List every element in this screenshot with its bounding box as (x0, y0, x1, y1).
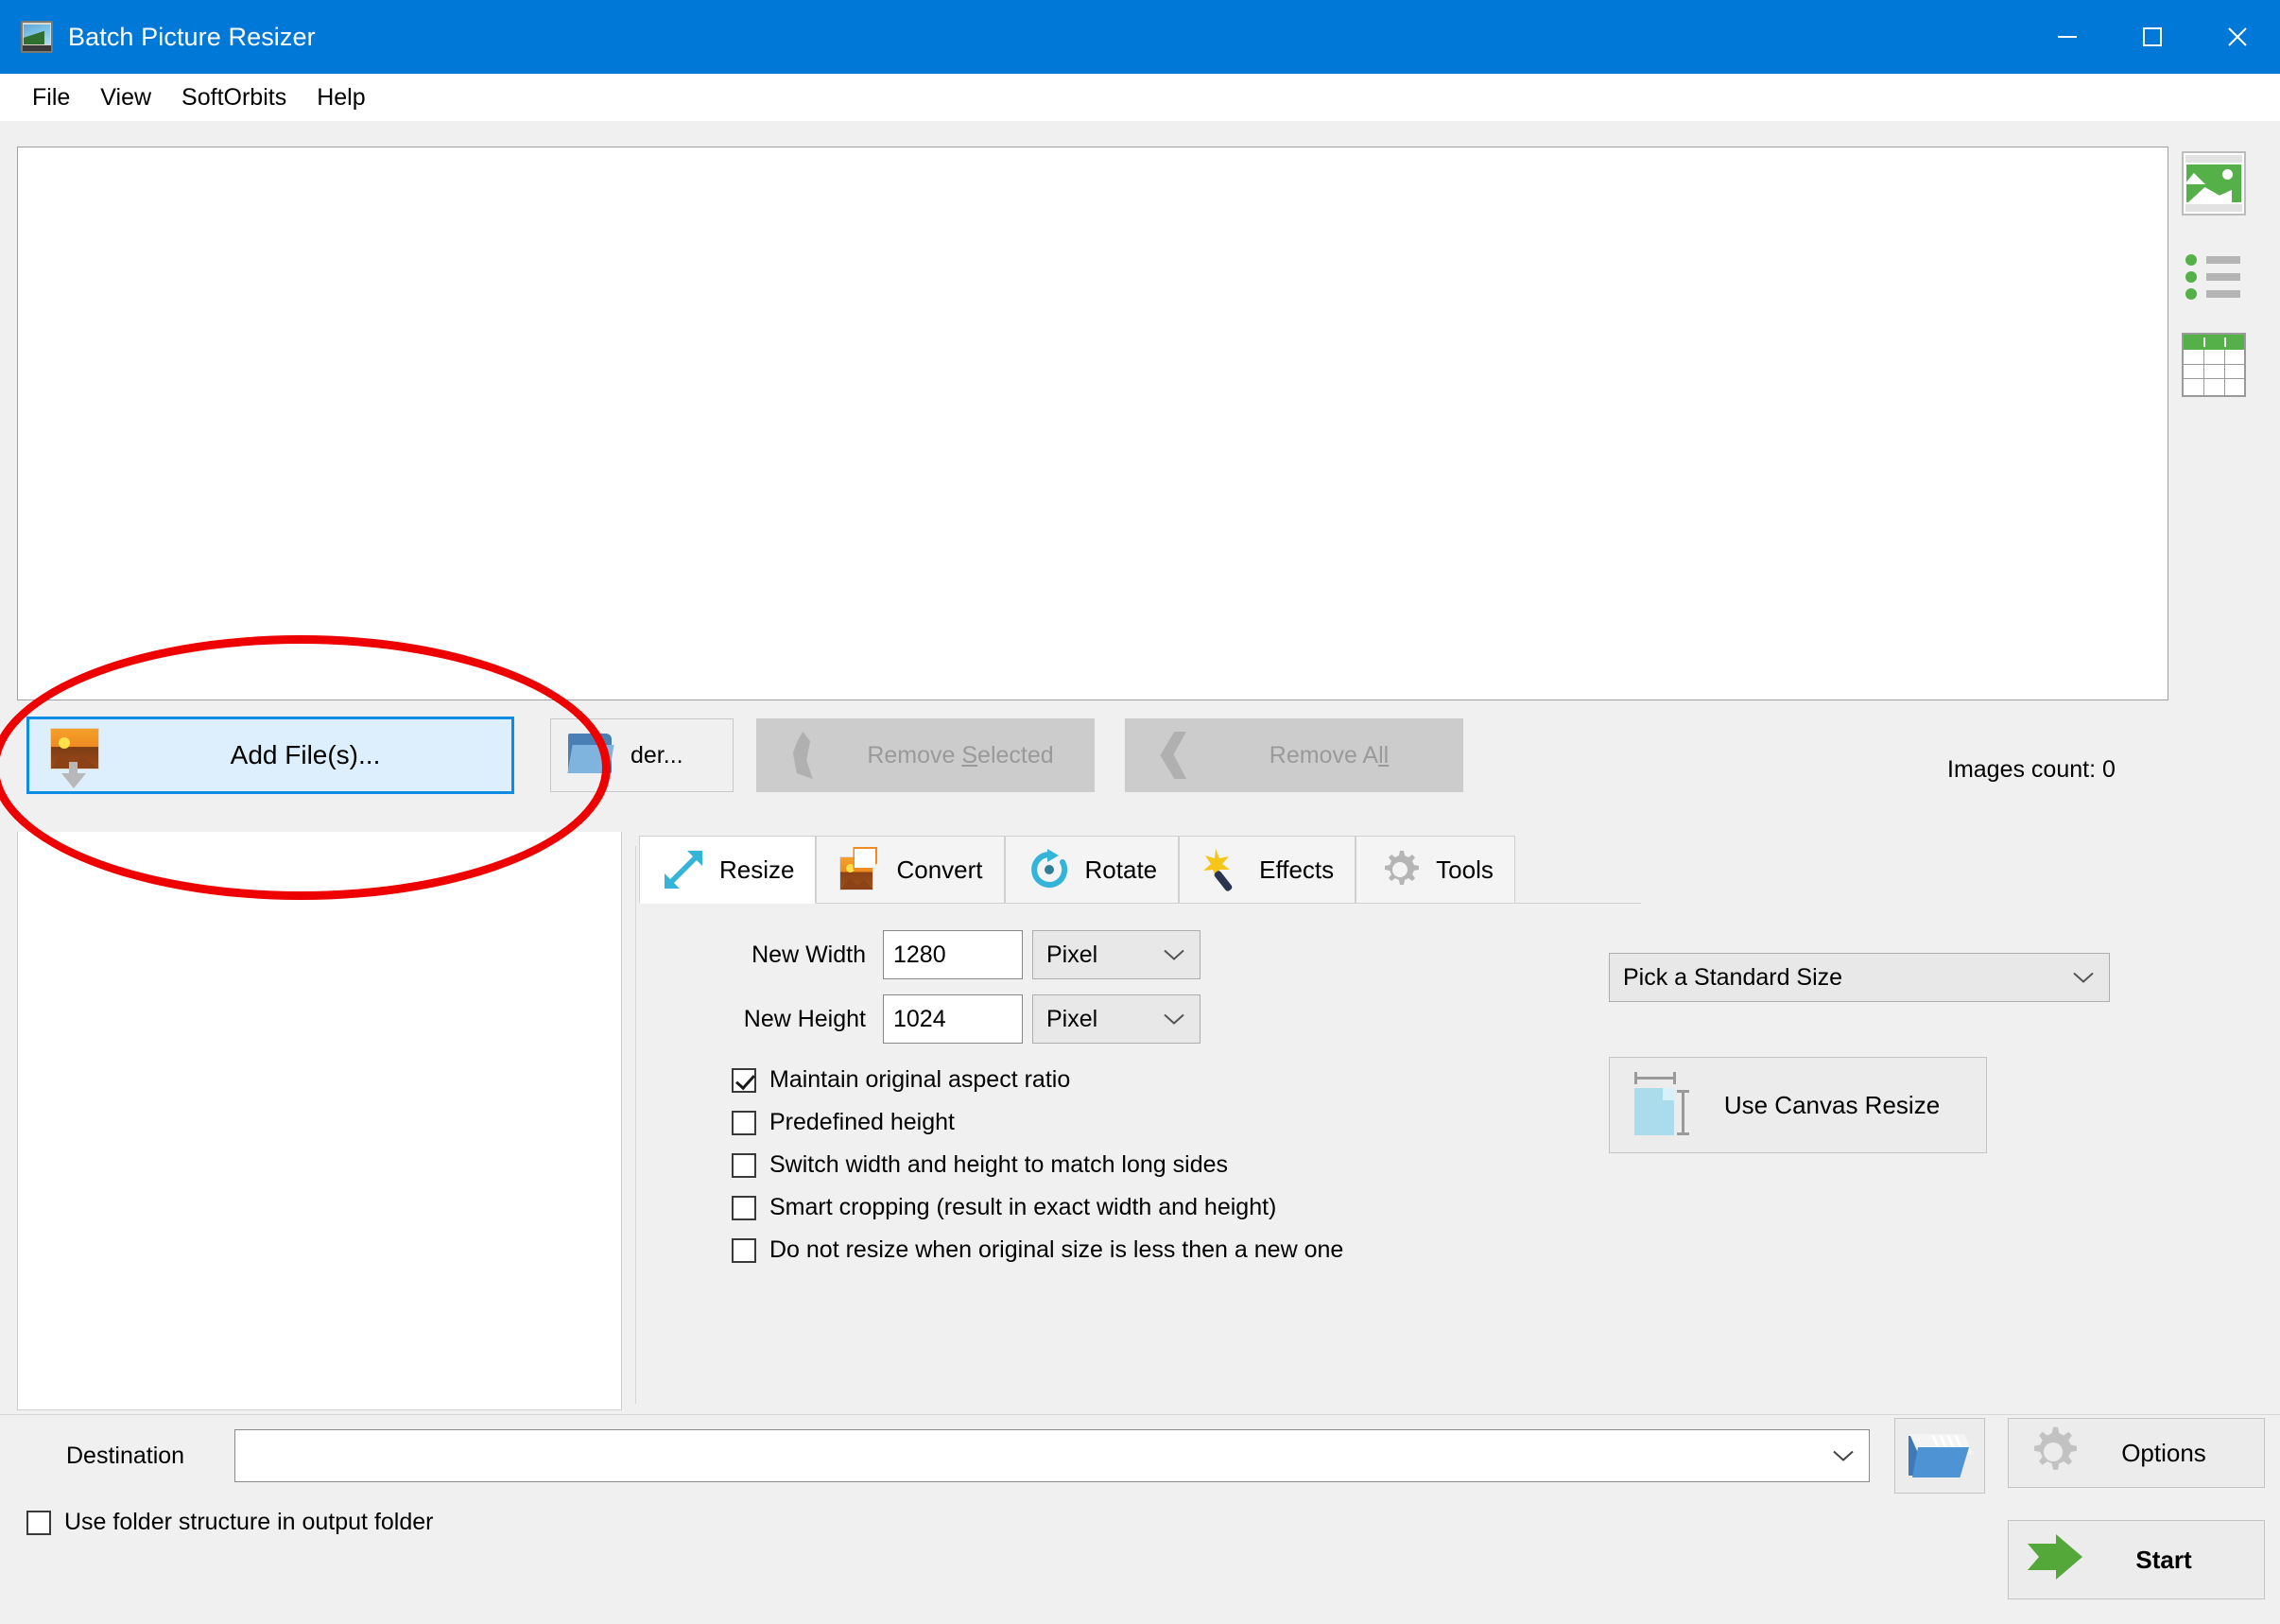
folder-icon (567, 732, 632, 790)
checkbox-label: Use folder structure in output folder (64, 1509, 434, 1535)
standard-size-select[interactable]: Pick a Standard Size (1609, 953, 2110, 1002)
bottom-divider (0, 1414, 2280, 1415)
checkbox-box (732, 1195, 756, 1220)
checkbox-box (732, 1067, 756, 1093)
settings-tabs: Resize Convert Rotate Effects Tools (639, 836, 1641, 904)
remove-all-button[interactable]: Remove All (1125, 718, 1463, 792)
start-label: Start (2135, 1545, 2192, 1574)
add-files-label: Add File(s)... (230, 740, 381, 769)
menu-item-help[interactable]: Help (302, 74, 380, 121)
remove-selected-icon (772, 726, 837, 785)
new-width-row: New Width 1280 Pixel (705, 930, 1200, 979)
tab-convert-label: Convert (896, 855, 983, 884)
checkbox-box (732, 1237, 756, 1263)
resize-arrows-icon (661, 847, 706, 892)
panel-divider (635, 846, 636, 1404)
browse-destination-button[interactable] (1894, 1418, 1985, 1494)
checkbox-use-folder-structure[interactable]: Use folder structure in output folder (26, 1509, 433, 1536)
green-arrow-icon (2024, 1530, 2090, 1589)
file-list-area[interactable] (17, 147, 2168, 700)
new-width-unit-select[interactable]: Pixel (1032, 930, 1200, 979)
add-folder-button[interactable]: der... (550, 718, 734, 792)
new-width-unit-value: Pixel (1046, 941, 1098, 968)
view-mode-rail (2182, 151, 2263, 423)
add-picture-icon (44, 726, 109, 788)
title-bar: Batch Picture Resizer (0, 0, 2280, 74)
app-icon (21, 21, 53, 53)
new-height-row: New Height 1024 Pixel (705, 994, 1200, 1044)
remove-selected-button[interactable]: Remove Selected (756, 718, 1095, 792)
remove-all-label: Remove All (1269, 741, 1390, 769)
preview-panel (17, 832, 622, 1410)
gear-icon (1377, 847, 1423, 892)
menu-item-softorbits[interactable]: SoftOrbits (166, 74, 302, 121)
checkbox-smart-cropping[interactable]: Smart cropping (result in exact width an… (732, 1194, 1276, 1221)
tab-convert[interactable]: Convert (816, 836, 1005, 904)
chevron-down-icon (1162, 942, 1186, 969)
gear-icon (2024, 1424, 2090, 1482)
start-button[interactable]: Start (2008, 1520, 2265, 1599)
checkbox-label: Predefined height (769, 1109, 955, 1135)
thumbnail-view-icon[interactable] (2182, 151, 2246, 216)
close-icon[interactable] (2195, 0, 2280, 74)
minimize-icon[interactable] (2025, 0, 2110, 74)
remove-selected-label: Remove Selected (867, 741, 1054, 769)
add-folder-label: der... (630, 741, 683, 769)
tab-effects-label: Effects (1259, 855, 1335, 884)
standard-size-value: Pick a Standard Size (1623, 963, 1843, 991)
convert-picture-icon (838, 847, 883, 892)
window-controls (2025, 0, 2280, 74)
options-label: Options (2121, 1438, 2206, 1467)
options-button[interactable]: Options (2008, 1418, 2265, 1488)
checkbox-box (26, 1510, 51, 1535)
remove-all-icon (1141, 726, 1205, 785)
images-count-label: Images count: 0 (1947, 756, 2116, 783)
resize-settings-panel: New Width 1280 Pixel New Height 1024 Pix… (639, 904, 2280, 1414)
use-canvas-resize-button[interactable]: Use Canvas Resize (1609, 1057, 1987, 1153)
new-width-label: New Width (751, 941, 866, 968)
tab-rotate[interactable]: Rotate (1004, 836, 1180, 904)
add-files-button[interactable]: Add File(s)... (26, 717, 514, 794)
checkbox-box (732, 1152, 756, 1178)
tab-rotate-label: Rotate (1084, 855, 1158, 884)
magic-wand-icon (1200, 847, 1246, 892)
checkbox-switch-width-height[interactable]: Switch width and height to match long si… (732, 1151, 1228, 1179)
file-toolbar: Add File(s)... der... Remove Selected Re… (0, 717, 2280, 803)
checkbox-do-not-resize-smaller[interactable]: Do not resize when original size is less… (732, 1236, 1343, 1264)
chevron-down-icon[interactable] (1831, 1443, 1856, 1470)
checkbox-label: Smart cropping (result in exact width an… (769, 1194, 1277, 1220)
chevron-down-icon (1162, 1006, 1186, 1033)
menu-item-file[interactable]: File (17, 74, 85, 121)
menu-item-view[interactable]: View (85, 74, 166, 121)
tab-tools-label: Tools (1436, 855, 1494, 884)
new-height-input[interactable]: 1024 (883, 994, 1023, 1044)
checkbox-label: Switch width and height to match long si… (769, 1151, 1228, 1178)
checkbox-label: Maintain original aspect ratio (769, 1066, 1071, 1093)
use-canvas-resize-label: Use Canvas Resize (1723, 1090, 1941, 1119)
checkbox-label: Do not resize when original size is less… (769, 1236, 1344, 1263)
checkbox-predefined-height[interactable]: Predefined height (732, 1109, 955, 1136)
new-height-unit-select[interactable]: Pixel (1032, 994, 1200, 1044)
destination-label: Destination (66, 1443, 185, 1469)
new-height-unit-value: Pixel (1046, 1005, 1098, 1032)
new-height-label: New Height (743, 1005, 866, 1032)
maximize-icon[interactable] (2110, 0, 2195, 74)
canvas-resize-icon (1623, 1071, 1701, 1139)
checkbox-maintain-aspect-ratio[interactable]: Maintain original aspect ratio (732, 1066, 1070, 1094)
new-width-input[interactable]: 1280 (883, 930, 1023, 979)
tab-effects[interactable]: Effects (1179, 836, 1356, 904)
table-view-icon[interactable] (2182, 333, 2246, 397)
tab-resize[interactable]: Resize (639, 836, 817, 904)
menu-bar: File View SoftOrbits Help (0, 74, 2280, 121)
rotate-icon (1027, 847, 1072, 892)
checkbox-box (732, 1110, 756, 1135)
tab-resize-label: Resize (719, 855, 795, 884)
chevron-down-icon (2071, 964, 2096, 992)
open-folder-icon (1907, 1432, 1975, 1481)
tab-tools[interactable]: Tools (1356, 836, 1515, 904)
window-title: Batch Picture Resizer (68, 22, 316, 51)
destination-input[interactable] (234, 1429, 1870, 1482)
list-view-icon[interactable] (2182, 242, 2246, 306)
